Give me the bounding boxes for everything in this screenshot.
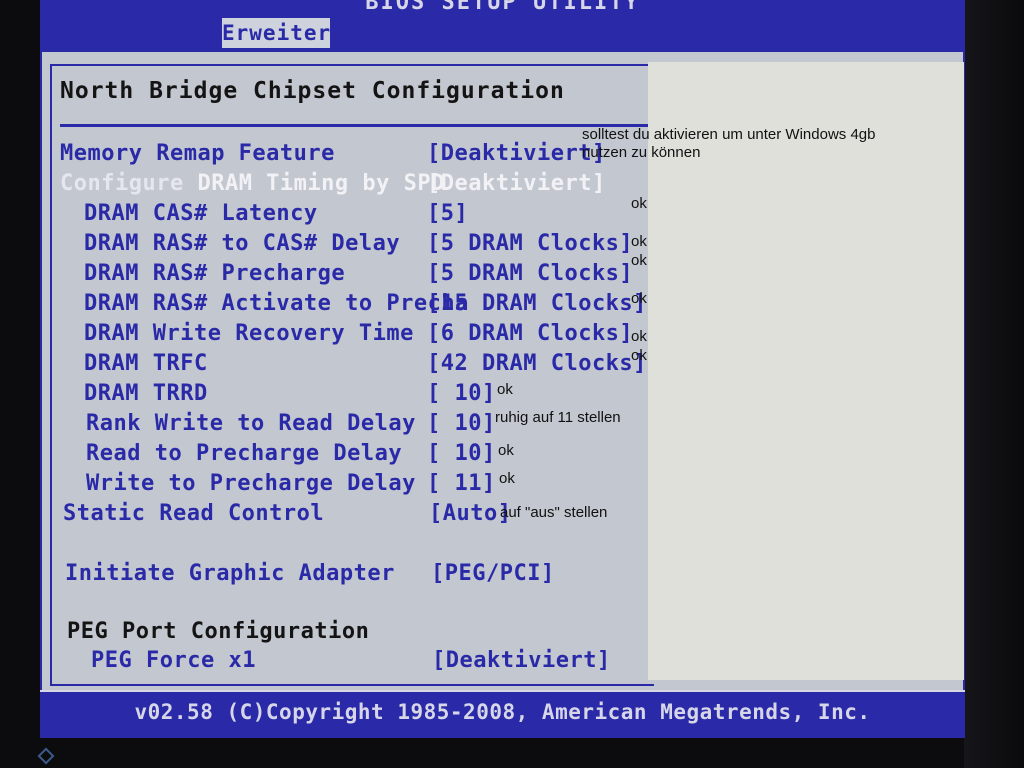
note-ras-to-cas: ok bbox=[631, 233, 647, 250]
setting-row-peg-force-x1[interactable]: PEG Force x1 [Deaktiviert] bbox=[0, 646, 648, 676]
setting-value[interactable]: [5] bbox=[427, 199, 468, 229]
setting-label: DRAM TRRD bbox=[84, 381, 208, 406]
note-write-recovery: ok bbox=[631, 328, 647, 345]
setting-row-configure-dram-timing[interactable]: Configure DRAM Timing by SPD [Deaktivier… bbox=[0, 169, 648, 199]
note-write-to-precharge: ok bbox=[499, 470, 515, 487]
setting-value[interactable]: [Deaktiviert] bbox=[432, 646, 611, 676]
setting-row-read-to-precharge[interactable]: Read to Precharge Delay [ 10] bbox=[0, 439, 648, 469]
note-ras-precharge: ok bbox=[631, 252, 647, 269]
setting-label: Rank Write to Read Delay bbox=[86, 411, 416, 436]
note-static-read-control: auf "aus" stellen bbox=[500, 504, 608, 521]
setting-row-ras-precharge[interactable]: DRAM RAS# Precharge [5 DRAM Clocks] bbox=[0, 259, 648, 289]
setting-value[interactable]: [ 10] bbox=[427, 379, 496, 409]
setting-label: Initiate Graphic Adapter bbox=[65, 561, 395, 586]
setting-row-cas-latency[interactable]: DRAM CAS# Latency [5] bbox=[0, 199, 648, 229]
setting-value[interactable]: [15 DRAM Clocks] bbox=[427, 289, 647, 319]
watermark-icon bbox=[37, 747, 55, 765]
section-title: North Bridge Chipset Configuration bbox=[60, 78, 565, 104]
copyright-text: v02.58 (C)Copyright 1985-2008, American … bbox=[134, 700, 871, 724]
bios-footer-bar: v02.58 (C)Copyright 1985-2008, American … bbox=[40, 690, 965, 738]
setting-label-part: Configure bbox=[60, 171, 198, 196]
setting-row-initiate-graphic-adapter[interactable]: Initiate Graphic Adapter [PEG/PCI] bbox=[0, 559, 648, 589]
note-rank-write-to-read: ruhig auf 11 stellen bbox=[495, 409, 621, 426]
title-divider bbox=[60, 124, 648, 127]
note-line: nutzen zu können bbox=[582, 144, 701, 161]
setting-label: Write to Precharge Delay bbox=[86, 471, 416, 496]
setting-row-write-to-precharge[interactable]: Write to Precharge Delay [ 11] bbox=[0, 469, 648, 499]
setting-label: DRAM TRFC bbox=[84, 351, 208, 376]
setting-row-write-recovery[interactable]: DRAM Write Recovery Time [6 DRAM Clocks] bbox=[0, 319, 648, 349]
setting-label-part: DRAM Timing by SPD bbox=[197, 171, 445, 196]
setting-value[interactable]: [42 DRAM Clocks] bbox=[427, 349, 647, 379]
setting-value[interactable]: [ 10] bbox=[427, 409, 496, 439]
bios-screen-photo: BIOS SETUP UTILITY Erweitert North Bridg… bbox=[0, 0, 1024, 768]
note-line: solltest du aktivieren um unter Windows … bbox=[582, 126, 876, 143]
note-read-to-precharge: ok bbox=[498, 442, 514, 459]
setting-row-ras-activate[interactable]: DRAM RAS# Activate to Precha [15 DRAM Cl… bbox=[0, 289, 648, 319]
bios-title-bar: BIOS SETUP UTILITY Erweitert bbox=[40, 0, 965, 54]
setting-row-memory-remap[interactable]: Memory Remap Feature [Deaktiviert] bbox=[0, 139, 648, 169]
setting-value[interactable]: [ 11] bbox=[427, 469, 496, 499]
setting-value[interactable]: [Deaktiviert] bbox=[427, 169, 606, 199]
tab-erweitert[interactable]: Erweitert bbox=[222, 18, 344, 48]
setting-row-trfc[interactable]: DRAM TRFC [42 DRAM Clocks] bbox=[0, 349, 648, 379]
note-trrd: ok bbox=[497, 381, 513, 398]
setting-label: Memory Remap Feature bbox=[60, 141, 335, 166]
note-trfc: ok bbox=[631, 347, 647, 364]
setting-label: Static Read Control bbox=[63, 501, 325, 526]
setting-value[interactable]: [Deaktiviert] bbox=[427, 139, 606, 169]
bios-title: BIOS SETUP UTILITY bbox=[365, 0, 640, 15]
setting-value[interactable]: [ 10] bbox=[427, 439, 496, 469]
setting-label: Configure DRAM Timing by SPD bbox=[60, 169, 445, 199]
note-cas-latency: ok bbox=[631, 195, 647, 212]
setting-value[interactable]: [PEG/PCI] bbox=[431, 559, 555, 589]
setting-label: DRAM Write Recovery Time bbox=[84, 321, 414, 346]
setting-label: PEG Force x1 bbox=[91, 648, 256, 673]
note-memory-remap: solltest du aktivieren um unter Windows … bbox=[582, 126, 875, 162]
peg-port-heading: PEG Port Configuration bbox=[67, 619, 370, 644]
setting-label: DRAM RAS# to CAS# Delay bbox=[84, 231, 401, 256]
setting-label: DRAM CAS# Latency bbox=[84, 201, 318, 226]
setting-label: DRAM RAS# Activate to Precha bbox=[84, 291, 469, 316]
setting-label: Read to Precharge Delay bbox=[86, 441, 403, 466]
setting-value[interactable]: [5 DRAM Clocks] bbox=[427, 259, 633, 289]
setting-label: DRAM RAS# Precharge bbox=[84, 261, 346, 286]
setting-row-ras-to-cas[interactable]: DRAM RAS# to CAS# Delay [5 DRAM Clocks] bbox=[0, 229, 648, 259]
note-ras-activate: ok bbox=[631, 290, 647, 307]
setting-value[interactable]: [6 DRAM Clocks] bbox=[427, 319, 633, 349]
watermark-logo bbox=[30, 747, 90, 766]
setting-value[interactable]: [5 DRAM Clocks] bbox=[427, 229, 633, 259]
monitor-bezel bbox=[964, 0, 1024, 768]
setting-row-trrd[interactable]: DRAM TRRD [ 10] bbox=[0, 379, 648, 409]
